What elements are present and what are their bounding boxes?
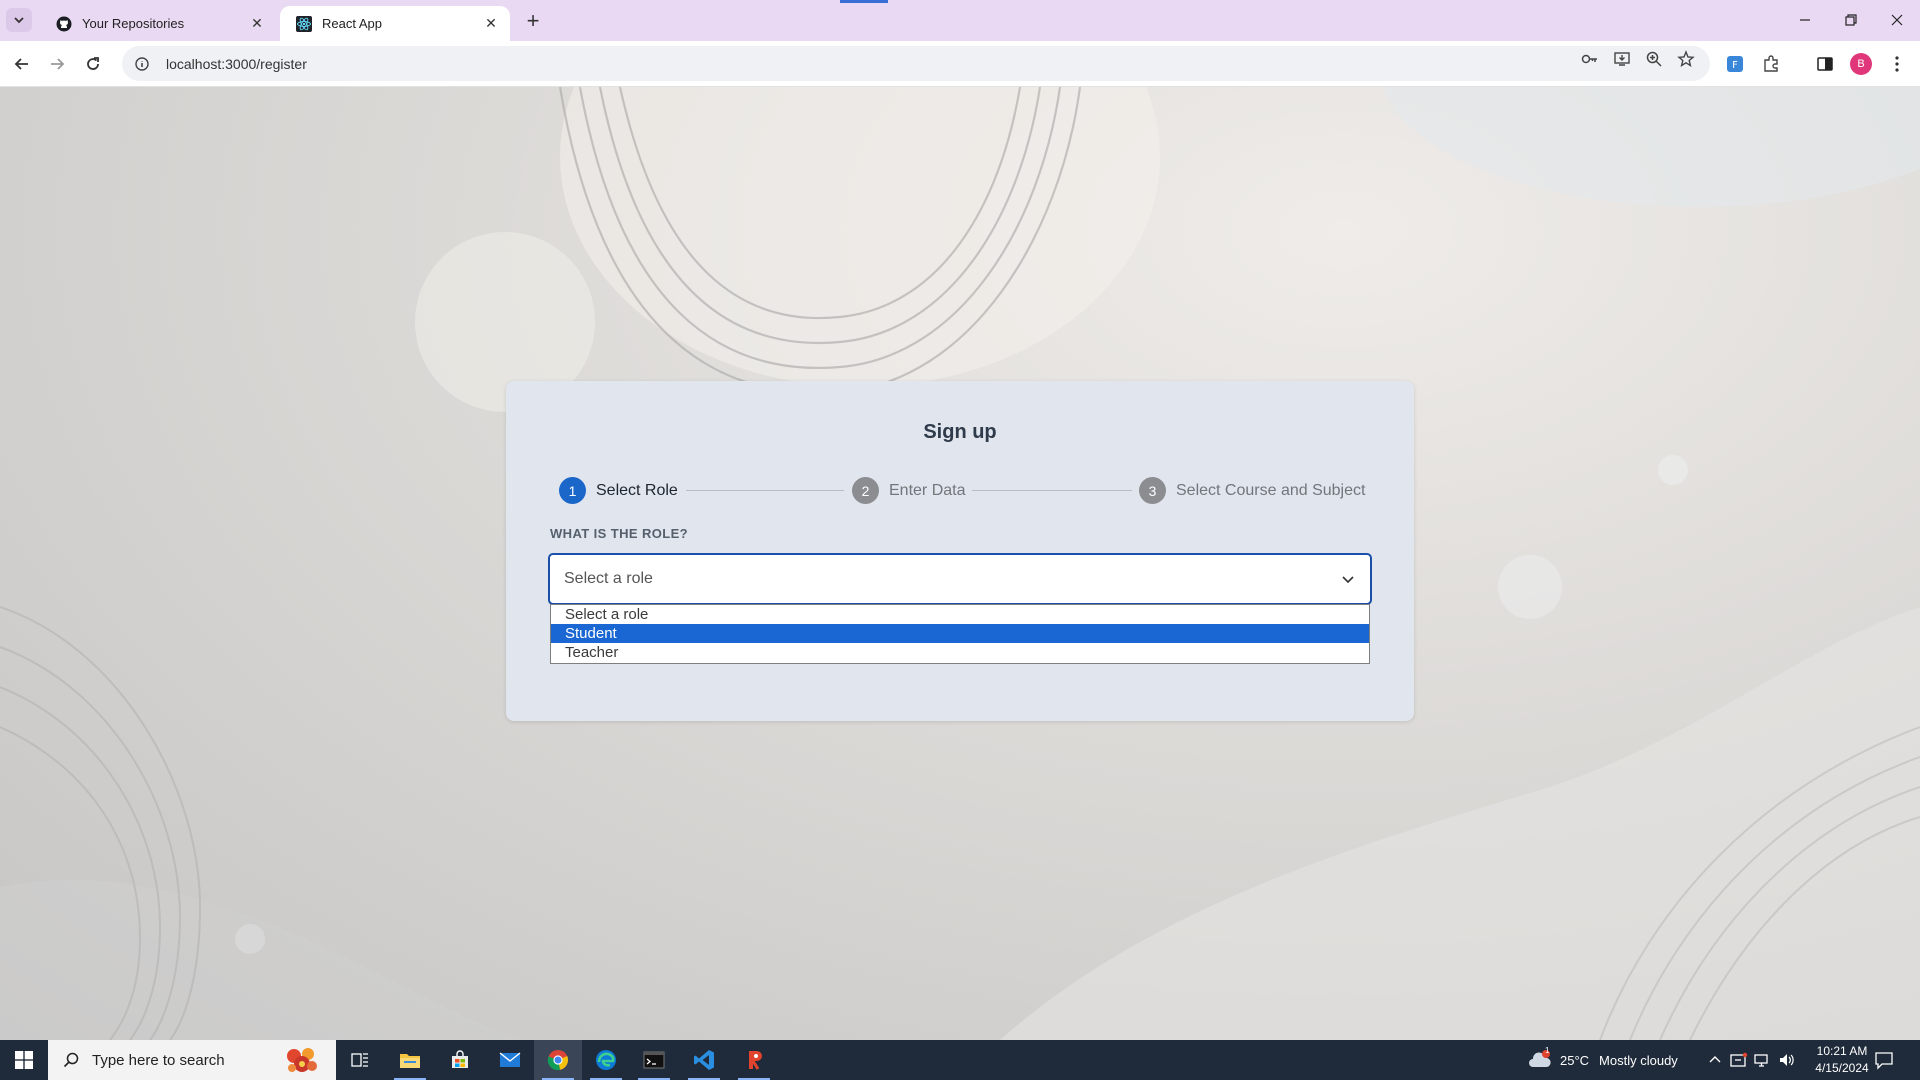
tab-strip-accent [840, 0, 888, 3]
volume-icon[interactable] [1778, 1052, 1796, 1068]
vscode-icon[interactable] [680, 1040, 728, 1080]
back-arrow-icon[interactable] [7, 49, 37, 79]
step-connector [972, 490, 1132, 491]
weather-temp: 25°C [1560, 1052, 1590, 1068]
tab-your-repositories[interactable]: Your Repositories ✕ [40, 6, 276, 41]
app-red-icon[interactable] [730, 1040, 778, 1080]
tab-react-app[interactable]: React App ✕ [280, 6, 510, 41]
chevron-up-icon[interactable] [1708, 1053, 1722, 1067]
weather-badge: 1 [1545, 1046, 1550, 1055]
role-field-label: WHAT IS THE ROLE? [550, 526, 688, 541]
more-menu-icon[interactable] [1886, 53, 1908, 75]
step-label: Enter Data [889, 481, 966, 499]
signup-card: Sign up 1 Select Role 2 Enter Data 3 Sel… [506, 381, 1414, 721]
weather-widget[interactable]: 1 25°C Mostly cloudy [1528, 1040, 1678, 1080]
step-number: 2 [852, 477, 879, 504]
search-icon [62, 1051, 80, 1069]
tab-title: React App [322, 16, 382, 31]
tab-title: Your Repositories [82, 16, 185, 31]
profile-avatar[interactable]: B [1850, 53, 1872, 75]
step-select-role: 1 Select Role [559, 477, 678, 504]
step-label: Select Course and Subject [1176, 481, 1366, 499]
taskbar-clock[interactable]: 10:21 AM 4/15/2024 [1804, 1043, 1880, 1077]
taskbar-search[interactable]: Type here to search [48, 1040, 336, 1080]
role-option-select-a-role[interactable]: Select a role [551, 605, 1369, 624]
system-tray [1708, 1040, 1796, 1080]
extensions-puzzle-icon[interactable] [1760, 53, 1782, 75]
reload-icon[interactable] [78, 49, 108, 79]
install-app-icon[interactable] [1612, 49, 1632, 69]
clock-date: 4/15/2024 [1815, 1061, 1869, 1075]
browser-toolbar: localhost:3000/register F B [0, 41, 1920, 87]
windows-taskbar: Type here to search 1 25°C Mostly cloudy [0, 1040, 1920, 1080]
role-select-value: Select a role [564, 570, 653, 587]
restore-icon[interactable] [1828, 0, 1874, 40]
search-placeholder: Type here to search [92, 1051, 225, 1069]
svg-text:F: F [1732, 60, 1738, 71]
chrome-icon[interactable] [534, 1040, 582, 1080]
role-option-student[interactable]: Student [551, 624, 1369, 643]
chevron-down-icon [14, 17, 24, 24]
step-select-course-and-subject: 3 Select Course and Subject [1139, 477, 1365, 504]
zoom-icon[interactable] [1644, 49, 1664, 69]
role-options-list: Select a role Student Teacher [550, 604, 1370, 664]
side-panel-icon[interactable] [1814, 53, 1836, 75]
step-connector [686, 490, 844, 491]
address-bar[interactable]: localhost:3000/register [122, 46, 1710, 81]
forward-arrow-icon[interactable] [42, 49, 72, 79]
site-info-icon[interactable] [132, 54, 152, 74]
bookmark-star-icon[interactable] [1676, 49, 1696, 69]
chevron-down-icon [1340, 571, 1356, 587]
task-view-icon[interactable] [336, 1040, 384, 1080]
github-icon [56, 16, 72, 32]
weather-condition: Mostly cloudy [1599, 1052, 1678, 1068]
windows-start-icon[interactable] [0, 1040, 48, 1080]
step-enter-data: 2 Enter Data [852, 477, 965, 504]
page-background: Sign up 1 Select Role 2 Enter Data 3 Sel… [0, 87, 1920, 1040]
edge-icon[interactable] [582, 1040, 630, 1080]
close-icon[interactable]: ✕ [482, 15, 500, 33]
search-highlight-illustration-icon [287, 1048, 317, 1072]
terminal-icon[interactable] [630, 1040, 678, 1080]
notifications-icon[interactable] [1874, 1050, 1894, 1070]
extension-translate-icon[interactable]: F [1724, 53, 1746, 75]
password-key-icon[interactable] [1580, 49, 1600, 69]
address-url: localhost:3000/register [166, 55, 307, 72]
tab-search-button[interactable] [6, 8, 32, 32]
clock-time: 10:21 AM [1816, 1044, 1868, 1058]
file-explorer-icon[interactable] [386, 1040, 434, 1080]
network-icon[interactable] [1754, 1052, 1772, 1068]
mail-icon[interactable] [486, 1040, 534, 1080]
role-select[interactable]: Select a role [548, 553, 1372, 605]
meet-now-icon[interactable] [1730, 1052, 1748, 1068]
step-number: 1 [559, 477, 586, 504]
step-number: 3 [1139, 477, 1166, 504]
close-icon[interactable]: ✕ [248, 15, 266, 33]
close-window-icon[interactable] [1874, 0, 1920, 40]
microsoft-store-icon[interactable] [436, 1040, 484, 1080]
react-icon [296, 15, 312, 32]
tab-strip: Your Repositories ✕ React App ✕ + [0, 0, 1920, 41]
new-tab-plus-icon[interactable]: + [520, 8, 546, 34]
page-title: Sign up [923, 421, 997, 443]
role-option-teacher[interactable]: Teacher [551, 643, 1369, 662]
step-label: Select Role [596, 481, 678, 499]
minimize-icon[interactable] [1782, 0, 1828, 40]
